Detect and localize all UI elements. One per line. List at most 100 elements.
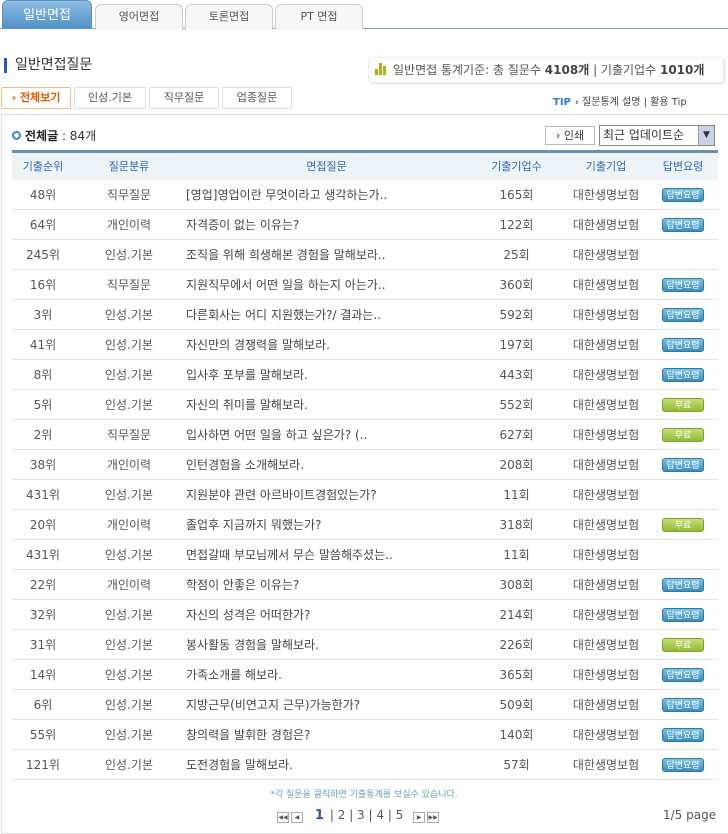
table-row[interactable]: 32위 인성.기본 자신의 성격은 어떠한가? 214회 대한생명보험 답변요령	[12, 599, 718, 630]
cell-company-count: 11회	[469, 539, 564, 570]
pagination: ◀◀ ◀ 1 | 2 | 3 | 4 | 5 ▶ ▶▶	[277, 808, 440, 823]
answer-tip-badge[interactable]: 답변요령	[662, 668, 704, 682]
answer-tip-badge[interactable]: 답변요령	[662, 368, 704, 382]
cell-company-count: 214회	[469, 599, 564, 630]
last-page-icon[interactable]: ▶▶	[427, 812, 440, 823]
table-row[interactable]: 5위 인성.기본 자신의 취미를 말해보라. 552회 대한생명보험 무료	[12, 389, 718, 420]
subtab-all[interactable]: › 전체보기	[1, 87, 71, 109]
table-row[interactable]: 8위 인성.기본 입사후 포부를 말해보라. 443회 대한생명보험 답변요령	[12, 359, 718, 390]
cell-company: 대한생명보험	[564, 719, 648, 750]
cell-question[interactable]: 가족소개를 해보라.	[184, 659, 469, 690]
cell-company: 대한생명보험	[564, 269, 648, 300]
cell-company: 대한생명보험	[564, 419, 648, 450]
free-badge[interactable]: 무료	[662, 428, 704, 442]
table-row[interactable]: 3위 인성.기본 다른회사는 어디 지원했는가?/ 결과는.. 592회 대한생명보험 답…	[12, 299, 718, 330]
cell-answer-tip	[648, 479, 718, 510]
cell-question[interactable]: 입사하면 어떤 일을 하고 싶은가? (..	[184, 419, 469, 450]
table-row[interactable]: 22위 개인이력 학점이 안좋은 이유는? 308회 대한생명보험 답변요령	[12, 569, 718, 600]
free-badge[interactable]: 무료	[662, 638, 704, 652]
answer-tip-badge[interactable]: 답변요령	[662, 218, 704, 232]
table-row[interactable]: 16위 직무질문 지원직무에서 어떤 일을 하는지 아는가.. 360회 대한생명보험 답…	[12, 269, 718, 300]
next-page-icon[interactable]: ▶	[413, 812, 426, 823]
answer-tip-badge[interactable]: 답변요령	[662, 278, 704, 292]
cell-question[interactable]: 창의력을 발휘한 경험은?	[184, 719, 469, 750]
cell-company-count: 365회	[469, 659, 564, 690]
total-count: 전체글 : 84개	[12, 127, 96, 144]
cell-question[interactable]: 자신만의 경쟁력을 말해보라.	[184, 329, 469, 360]
cell-company-count: 308회	[469, 569, 564, 600]
cell-question[interactable]: 면접갈때 부모님께서 무슨 말씀해주셨는..	[184, 539, 469, 570]
table-row[interactable]: 41위 인성.기본 자신만의 경쟁력을 말해보라. 197회 대한생명보험 답변요령	[12, 329, 718, 360]
tab-debate[interactable]: 토론면접	[185, 4, 273, 29]
free-badge[interactable]: 무료	[662, 518, 704, 532]
table-row[interactable]: 431위 인성.기본 면접갈때 부모님께서 무슨 말씀해주셨는.. 11회 대한생명보험	[12, 539, 718, 570]
tip-links[interactable]: TIP › 질문통계 설명 | 활용 Tip	[553, 93, 687, 108]
table-row[interactable]: 20위 개인이력 졸업후 지금까지 뭐했는가? 318회 대한생명보험 무료	[12, 509, 718, 540]
table-row[interactable]: 31위 인성.기본 봉사활동 경험을 말해보라. 226회 대한생명보험 무료	[12, 629, 718, 660]
stats-sep: | 기출기업수	[593, 63, 657, 77]
cell-question[interactable]: 지원분야 관련 아르바이트경험있는가?	[184, 479, 469, 510]
cell-question[interactable]: 자신의 성격은 어떠한가?	[184, 599, 469, 630]
subtab-personality[interactable]: 인성.기본	[74, 87, 146, 109]
cell-question[interactable]: 지원직무에서 어떤 일을 하는지 아는가..	[184, 269, 469, 300]
cell-question[interactable]: 다른회사는 어디 지원했는가?/ 결과는..	[184, 299, 469, 330]
subtab-industry[interactable]: 업종질문	[222, 87, 292, 109]
table-row[interactable]: 48위 직무질문 [영업]영업이란 무엇이라고 생각하는가.. 165회 대한생명보험 답…	[12, 179, 718, 210]
tab-general[interactable]: 일반면접	[2, 0, 92, 29]
interview-type-tabs: 일반면접 영어면접 토론면접 PT 면접	[0, 0, 728, 29]
cell-question[interactable]: 졸업후 지금까지 뭐했는가?	[184, 509, 469, 540]
free-badge[interactable]: 무료	[662, 398, 704, 412]
question-table: 기출순위 질문분류 면접질문 기출기업수 기출기업 답변요령 48위 직무질문 [영…	[12, 150, 718, 780]
cell-answer-tip: 무료	[648, 389, 718, 420]
table-row[interactable]: 14위 인성.기본 가족소개를 해보라. 365회 대한생명보험 답변요령	[12, 659, 718, 690]
cell-question[interactable]: 조직을 위해 희생해본 경험을 말해보라..	[184, 239, 469, 270]
cell-rank: 31위	[12, 629, 74, 660]
first-page-icon[interactable]: ◀◀	[277, 812, 289, 823]
page-current[interactable]: 1	[315, 808, 324, 823]
table-row[interactable]: 6위 인성.기본 지방근무(비연고지 근무)가능한가? 509회 대한생명보험 답변요령	[12, 689, 718, 720]
answer-tip-badge[interactable]: 답변요령	[662, 698, 704, 712]
table-row[interactable]: 245위 인성.기본 조직을 위해 희생해본 경험을 말해보라.. 25회 대한생명보험	[12, 239, 718, 270]
answer-tip-badge[interactable]: 답변요령	[662, 728, 704, 742]
sort-select[interactable]: 최근 업데이트순 ▼	[599, 125, 715, 146]
cell-question[interactable]: 봉사활동 경험을 말해보라.	[184, 629, 469, 660]
tip-link[interactable]: › 질문통계 설명 | 활용 Tip	[575, 97, 687, 108]
cell-question[interactable]: 자격증이 없는 이유는?	[184, 209, 469, 240]
prev-page-icon[interactable]: ◀	[291, 812, 303, 823]
table-row[interactable]: 64위 개인이력 자격증이 없는 이유는? 122회 대한생명보험 답변요령	[12, 209, 718, 240]
cell-rank: 431위	[12, 479, 74, 510]
cell-company-count: 25회	[469, 239, 564, 270]
cell-question[interactable]: 지방근무(비연고지 근무)가능한가?	[184, 689, 469, 720]
answer-tip-badge[interactable]: 답변요령	[662, 187, 704, 202]
answer-tip-badge[interactable]: 답변요령	[662, 338, 704, 352]
tab-english[interactable]: 영어면접	[95, 4, 183, 29]
cell-question[interactable]: [영업]영업이란 무엇이라고 생각하는가..	[184, 179, 469, 210]
table-row[interactable]: 121위 인성.기본 도전경험을 말해보라. 57회 대한생명보험 답변요령	[12, 749, 718, 780]
answer-tip-badge[interactable]: 답변요령	[662, 458, 704, 472]
answer-tip-badge[interactable]: 답변요령	[662, 308, 704, 322]
cell-company-count: 122회	[469, 209, 564, 240]
cell-category: 개인이력	[74, 209, 184, 240]
table-row[interactable]: 38위 개인이력 인턴경험을 소개해보라. 208회 대한생명보험 답변요령	[12, 449, 718, 480]
cell-company-count: 627회	[469, 419, 564, 450]
cell-category: 인성.기본	[74, 689, 184, 720]
cell-category: 인성.기본	[74, 329, 184, 360]
answer-tip-badge[interactable]: 답변요령	[662, 758, 704, 772]
cell-question[interactable]: 학점이 안좋은 이유는?	[184, 569, 469, 600]
answer-tip-badge[interactable]: 답변요령	[662, 578, 704, 592]
cell-question[interactable]: 입사후 포부를 말해보라.	[184, 359, 469, 390]
cell-question[interactable]: 자신의 취미를 말해보라.	[184, 389, 469, 420]
cell-question[interactable]: 인턴경험을 소개해보라.	[184, 449, 469, 480]
subtab-job[interactable]: 직무질문	[149, 87, 219, 109]
answer-tip-badge[interactable]: 답변요령	[662, 608, 704, 622]
tab-pt[interactable]: PT 면접	[275, 4, 363, 29]
col-company: 기출기업	[564, 151, 648, 180]
cell-company: 대한생명보험	[564, 389, 648, 420]
print-button[interactable]: › 인쇄	[545, 126, 595, 145]
table-row[interactable]: 431위 인성.기본 지원분야 관련 아르바이트경험있는가? 11회 대한생명보험	[12, 479, 718, 510]
cell-question[interactable]: 도전경험을 말해보라.	[184, 749, 469, 780]
cell-category: 인성.기본	[74, 389, 184, 420]
table-row[interactable]: 2위 직무질문 입사하면 어떤 일을 하고 싶은가? (.. 627회 대한생명보험 무료	[12, 419, 718, 450]
table-row[interactable]: 55위 인성.기본 창의력을 발휘한 경험은? 140회 대한생명보험 답변요령	[12, 719, 718, 750]
col-answer-tip: 답변요령	[648, 151, 718, 180]
